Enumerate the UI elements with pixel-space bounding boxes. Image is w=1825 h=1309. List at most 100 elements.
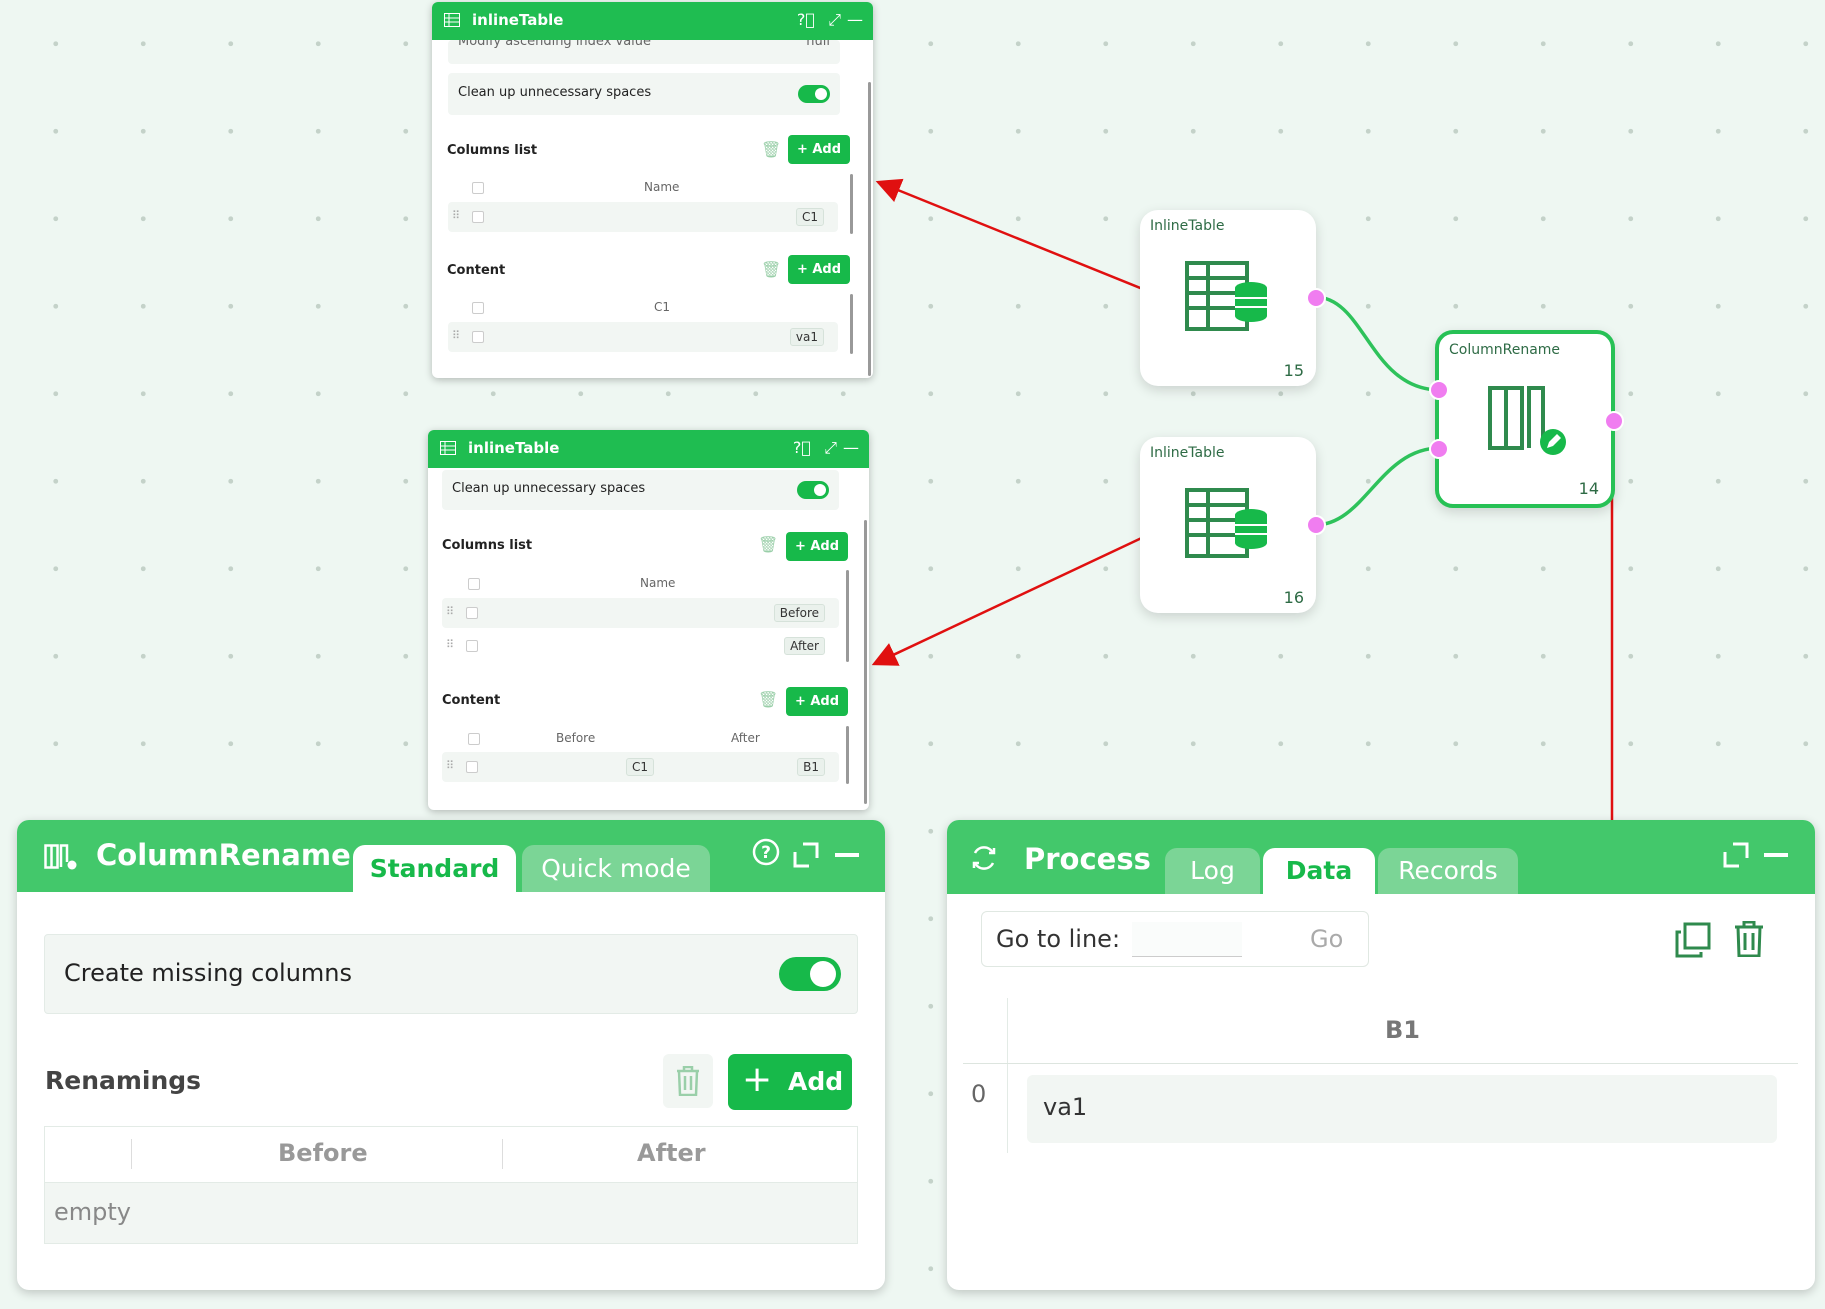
create-missing-row: Create missing columns	[44, 934, 858, 1014]
node-number: 15	[1283, 361, 1304, 380]
trash-icon[interactable]: 🗑	[758, 690, 778, 709]
help-icon[interactable]: ?⃝	[797, 10, 815, 29]
minimize-icon[interactable]	[835, 853, 859, 857]
add-content-button[interactable]: + Add	[788, 255, 850, 284]
row-checkbox[interactable]	[466, 640, 478, 652]
content-label: Content	[447, 263, 506, 278]
row-checkbox[interactable]	[472, 331, 484, 343]
maximize-icon[interactable]: ⤢	[828, 10, 841, 30]
panel-header: Process Log Data Records	[947, 820, 1815, 894]
node-inline-table-15[interactable]: InlineTable 15	[1140, 210, 1316, 386]
output-port[interactable]	[1306, 515, 1326, 535]
column-rename-icon	[1488, 386, 1566, 455]
trash-icon[interactable]: 🗑	[761, 140, 781, 159]
maximize-icon[interactable]	[1723, 842, 1749, 868]
column-name-cell[interactable]: After	[784, 637, 825, 655]
scrollbar[interactable]	[846, 570, 849, 662]
content-cell-before[interactable]: C1	[626, 758, 655, 776]
copy-icon[interactable]	[1675, 922, 1711, 958]
table-row: ⠿ Before	[442, 598, 839, 628]
input-port[interactable]	[1429, 380, 1449, 400]
help-icon[interactable]: ?	[752, 838, 780, 866]
inline-table-window-bottom: inlineTable ?⃝ ⤢ — Clean up unnecessary …	[428, 430, 869, 810]
select-all-checkbox[interactable]	[472, 182, 484, 194]
header-divider	[963, 1063, 1798, 1064]
tab-data[interactable]: Data	[1263, 848, 1375, 894]
column-rename-icon	[44, 844, 77, 870]
maximize-icon[interactable]	[793, 842, 819, 868]
columns-list-label: Columns list	[442, 538, 533, 553]
input-port[interactable]	[1429, 439, 1449, 459]
add-column-button[interactable]: + Add	[786, 532, 848, 561]
scrollbar[interactable]	[850, 174, 853, 234]
column-name-cell[interactable]: Before	[773, 604, 825, 622]
node-inline-table-16[interactable]: InlineTable 16	[1140, 437, 1316, 613]
row-checkbox[interactable]	[466, 761, 478, 773]
process-icon	[972, 846, 996, 870]
go-button[interactable]: Go	[1310, 925, 1343, 953]
renamings-empty-row: empty	[44, 1182, 858, 1244]
drag-handle-icon[interactable]: ⠿	[446, 759, 454, 772]
content-header: C1	[654, 300, 671, 314]
add-renaming-button[interactable]: + Add	[728, 1054, 852, 1110]
minimize-icon[interactable]: —	[843, 438, 859, 457]
row-checkbox[interactable]	[472, 211, 484, 223]
column-rename-panel: ColumnRename Standard Quick mode ? Creat…	[17, 820, 885, 1290]
create-missing-label: Create missing columns	[64, 959, 353, 987]
create-missing-toggle[interactable]	[779, 957, 841, 991]
node-column-rename-14[interactable]: ColumnRename 14	[1435, 330, 1615, 508]
edge-16-to-14	[1314, 446, 1441, 527]
drag-handle-icon[interactable]: ⠿	[452, 209, 460, 222]
goto-line-box: Go to line: Go	[981, 911, 1369, 967]
tab-records[interactable]: Records	[1378, 848, 1518, 894]
drag-handle-icon[interactable]: ⠿	[452, 329, 460, 342]
data-cell[interactable]: va1	[1027, 1075, 1777, 1143]
delete-button[interactable]	[663, 1054, 713, 1108]
table-row: ⠿ va1	[448, 322, 838, 352]
row-checkbox[interactable]	[466, 607, 478, 619]
trash-icon[interactable]	[1734, 921, 1764, 957]
clipped-row-label: Modify ascending index value	[458, 40, 652, 49]
cleanup-toggle[interactable]	[798, 85, 830, 103]
drag-handle-icon[interactable]: ⠿	[446, 605, 454, 618]
goto-line-input[interactable]	[1132, 922, 1242, 957]
add-content-button[interactable]: + Add	[786, 687, 848, 716]
select-all-checkbox[interactable]	[468, 733, 480, 745]
goto-line-label: Go to line:	[996, 925, 1121, 953]
select-all-checkbox[interactable]	[472, 302, 484, 314]
drag-handle-icon[interactable]: ⠿	[446, 638, 454, 651]
table-row: ⠿ After	[442, 631, 839, 661]
table-row: ⠿ C1 B1	[442, 752, 839, 782]
content-cell[interactable]: va1	[789, 328, 824, 346]
help-icon[interactable]: ?⃝	[793, 438, 811, 457]
scrollbar[interactable]	[850, 294, 853, 354]
tab-quick-mode[interactable]: Quick mode	[522, 845, 710, 892]
tab-log[interactable]: Log	[1165, 848, 1260, 894]
node-title: InlineTable	[1150, 445, 1225, 461]
name-header: Name	[644, 180, 680, 194]
after-header: After	[637, 1139, 706, 1167]
panel-title: Process	[1024, 842, 1151, 876]
minimize-icon[interactable]: —	[847, 10, 863, 29]
scrollbar[interactable]	[846, 726, 849, 784]
column-name-cell[interactable]: C1	[795, 208, 824, 226]
cleanup-toggle[interactable]	[797, 481, 829, 499]
maximize-icon[interactable]: ⤢	[824, 438, 837, 458]
minimize-icon[interactable]	[1764, 853, 1788, 857]
trash-icon[interactable]: 🗑	[761, 260, 781, 279]
output-port[interactable]	[1604, 411, 1624, 431]
inline-table-icon	[1185, 488, 1267, 558]
tab-standard[interactable]: Standard	[353, 845, 516, 892]
content-cell-after[interactable]: B1	[797, 758, 825, 776]
cleanup-row: Clean up unnecessary spaces	[442, 470, 839, 510]
cleanup-label: Clean up unnecessary spaces	[458, 85, 652, 100]
output-port[interactable]	[1306, 288, 1326, 308]
window-scrollbar[interactable]	[864, 520, 867, 804]
panel-title: ColumnRename	[96, 838, 351, 872]
arrow-to-bottom-table	[871, 525, 1166, 666]
window-scrollbar[interactable]	[868, 82, 871, 376]
node-title: InlineTable	[1150, 218, 1225, 234]
select-all-checkbox[interactable]	[468, 578, 480, 590]
trash-icon[interactable]: 🗑	[758, 535, 778, 554]
add-column-button[interactable]: + Add	[788, 135, 850, 164]
